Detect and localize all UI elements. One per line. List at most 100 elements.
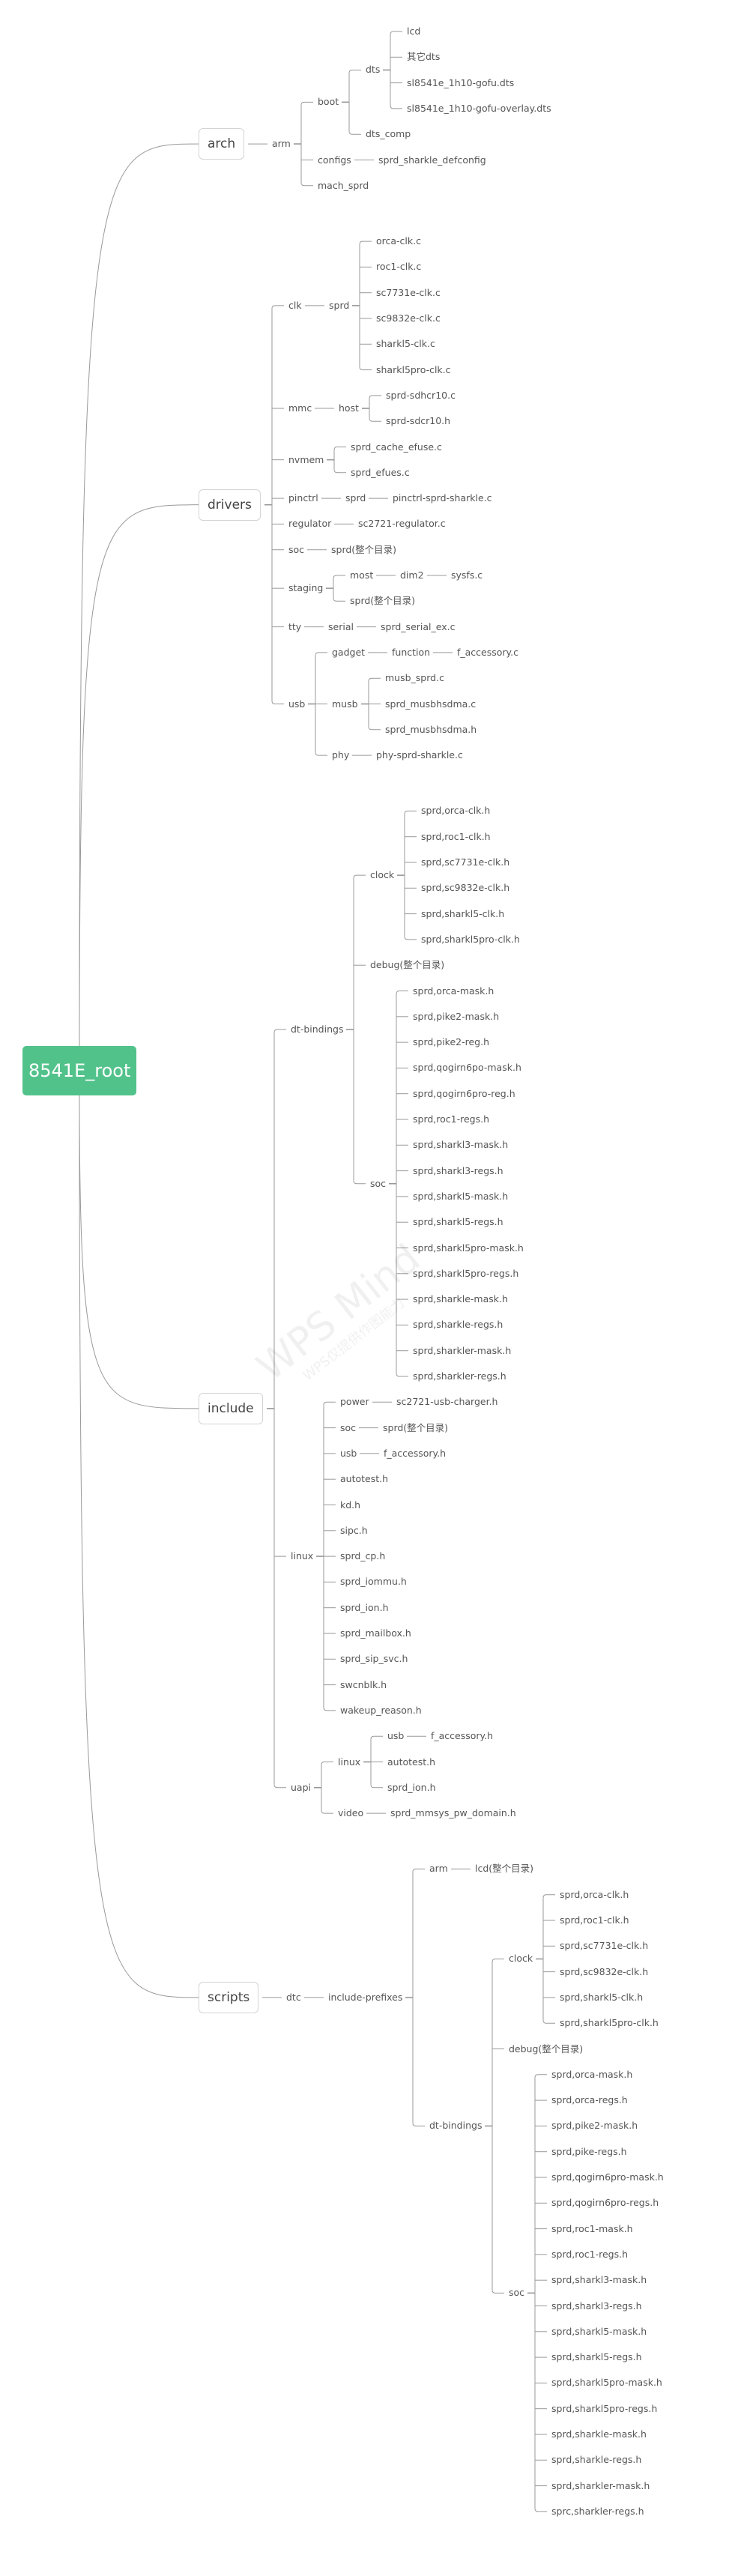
subtopic-sprd-cp-h[interactable]: sprd_cp.h [340,1550,385,1562]
subtopic-sprd-sharkl5-clk-h[interactable]: sprd,sharkl5-clk.h [421,908,504,920]
subtopic-sprd-qogirn6po-mask-h[interactable]: sprd,qogirn6po-mask.h [413,1062,521,1074]
subtopic-sprd-pike2-mask-h[interactable]: sprd,pike2-mask.h [413,1011,499,1023]
subtopic-arm[interactable]: arm [429,1863,448,1875]
subtopic-sharkl5pro-clk-c[interactable]: sharkl5pro-clk.c [376,364,451,376]
subtopic-dts[interactable]: 其它dts [407,51,440,63]
subtopic-sprd-orca-mask-h[interactable]: sprd,orca-mask.h [551,2069,632,2081]
subtopic-mach-sprd[interactable]: mach_sprd [318,180,369,192]
subtopic-sprd-musbhsdma-h[interactable]: sprd_musbhsdma.h [385,724,477,736]
subtopic-f-accessory-c[interactable]: f_accessory.c [457,647,518,659]
subtopic-sc2721-usb-charger-h[interactable]: sc2721-usb-charger.h [396,1396,497,1408]
subtopic-sprd-mailbox-h[interactable]: sprd_mailbox.h [340,1627,411,1639]
subtopic-sprd-sdcr10-h[interactable]: sprd-sdcr10.h [386,415,450,427]
subtopic-sprd-orca-clk-h[interactable]: sprd,orca-clk.h [421,805,490,817]
subtopic-soc[interactable]: soc [288,544,304,556]
subtopic-host[interactable]: host [339,402,359,414]
subtopic-sprc-sharkler-regs-h[interactable]: sprc,sharkler-regs.h [551,2506,644,2518]
subtopic-sprd-sharkl3-regs-h[interactable]: sprd,sharkl3-regs.h [413,1165,503,1177]
subtopic-arm[interactable]: arm [272,138,291,150]
subtopic-sprd-sharkle-mask-h[interactable]: sprd,sharkle-mask.h [551,2428,647,2440]
subtopic-sprd-sharkl5-mask-h[interactable]: sprd,sharkl5-mask.h [413,1191,508,1203]
subtopic-pinctrl-sprd-sharkle-c[interactable]: pinctrl-sprd-sharkle.c [393,492,492,504]
subtopic-configs[interactable]: configs [318,154,351,166]
subtopic-swcnblk-h[interactable]: swcnblk.h [340,1679,387,1691]
subtopic-sprd-ion-h[interactable]: sprd_ion.h [340,1602,389,1614]
subtopic-sprd-sharkl5-mask-h[interactable]: sprd,sharkl5-mask.h [551,2326,647,2338]
subtopic-staging[interactable]: staging [288,582,323,594]
subtopic-uapi[interactable]: uapi [291,1782,311,1794]
subtopic-sprd-sharkler-mask-h[interactable]: sprd,sharkler-mask.h [413,1345,511,1357]
subtopic-tty[interactable]: tty [288,621,301,633]
subtopic-phy[interactable]: phy [332,749,349,761]
subtopic-lcd[interactable]: lcd(整个目录) [475,1863,533,1875]
subtopic-autotest-h[interactable]: autotest.h [340,1473,388,1485]
subtopic-sprd[interactable]: sprd(整个目录) [383,1422,448,1434]
root-topic[interactable]: 8541E_root [22,1045,137,1095]
subtopic-sc9832e-clk-c[interactable]: sc9832e-clk.c [376,312,441,324]
subtopic-linux[interactable]: linux [338,1756,360,1768]
subtopic-debug[interactable]: debug(整个目录) [370,959,444,971]
subtopic-sprd-sharkl5pro-regs-h[interactable]: sprd,sharkl5pro-regs.h [551,2403,657,2415]
subtopic-orca-clk-c[interactable]: orca-clk.c [376,235,421,247]
subtopic-sc2721-regulator-c[interactable]: sc2721-regulator.c [358,518,446,530]
subtopic-lcd[interactable]: lcd [407,25,420,37]
subtopic-sprd-sc7731e-clk-h[interactable]: sprd,sc7731e-clk.h [421,856,509,868]
subtopic-sprd-sc9832e-clk-h[interactable]: sprd,sc9832e-clk.h [560,1966,648,1978]
subtopic-function[interactable]: function [392,647,430,659]
topic-include[interactable]: include [199,1392,263,1424]
subtopic-sprd-orca-mask-h[interactable]: sprd,orca-mask.h [413,985,494,997]
subtopic-sprd-roc1-clk-h[interactable]: sprd,roc1-clk.h [560,1914,629,1926]
subtopic-sprd-ion-h[interactable]: sprd_ion.h [387,1782,436,1794]
subtopic-sprd-qogirn6pro-regs-h[interactable]: sprd,qogirn6pro-regs.h [551,2197,659,2209]
subtopic-pinctrl[interactable]: pinctrl [288,492,318,504]
subtopic-power[interactable]: power [340,1396,369,1408]
subtopic-usb[interactable]: usb [387,1730,404,1742]
subtopic-sprd-sharkl5-clk-h[interactable]: sprd,sharkl5-clk.h [560,1992,643,2004]
subtopic-sprd[interactable]: sprd [345,492,366,504]
subtopic-sprd-sharkle-regs-h[interactable]: sprd,sharkle-regs.h [413,1319,503,1331]
subtopic-sprd-sip-svc-h[interactable]: sprd_sip_svc.h [340,1653,408,1665]
subtopic-sl8541e-1h10-gofu-dts[interactable]: sl8541e_1h10-gofu.dts [407,77,514,89]
subtopic-sprd-qogirn6pro-reg-h[interactable]: sprd,qogirn6pro-reg.h [413,1088,515,1100]
subtopic-sprd-qogirn6pro-mask-h[interactable]: sprd,qogirn6pro-mask.h [551,2171,664,2183]
subtopic-sprd-sharkl5pro-regs-h[interactable]: sprd,sharkl5pro-regs.h [413,1268,518,1280]
subtopic-sprd-sharkle-regs-h[interactable]: sprd,sharkle-regs.h [551,2454,641,2466]
subtopic-sprd-serial-ex-c[interactable]: sprd_serial_ex.c [381,621,455,633]
subtopic-sprd-roc1-clk-h[interactable]: sprd,roc1-clk.h [421,831,491,843]
subtopic-f-accessory-h[interactable]: f_accessory.h [384,1448,446,1460]
subtopic-roc1-clk-c[interactable]: roc1-clk.c [376,261,421,273]
subtopic-f-accessory-h[interactable]: f_accessory.h [431,1730,493,1742]
subtopic-soc[interactable]: soc [509,2287,524,2299]
subtopic-mmc[interactable]: mmc [288,402,312,414]
subtopic-sprd-pike-regs-h[interactable]: sprd,pike-regs.h [551,2146,627,2158]
subtopic-sprd-sharkl3-mask-h[interactable]: sprd,sharkl3-mask.h [413,1139,508,1151]
subtopic-sprd-sharkler-mask-h[interactable]: sprd,sharkler-mask.h [551,2480,650,2492]
subtopic-dim2[interactable]: dim2 [400,569,424,581]
subtopic-sprd-roc1-regs-h[interactable]: sprd,roc1-regs.h [551,2249,628,2261]
subtopic-wakeup-reason-h[interactable]: wakeup_reason.h [340,1705,422,1717]
subtopic-sprd-sharkl3-mask-h[interactable]: sprd,sharkl3-mask.h [551,2274,647,2286]
subtopic-sprd-sharkle-defconfig[interactable]: sprd_sharkle_defconfig [378,154,486,166]
topic-drivers[interactable]: drivers [199,489,261,521]
subtopic-debug[interactable]: debug(整个目录) [509,2043,583,2055]
subtopic-sprd-orca-clk-h[interactable]: sprd,orca-clk.h [560,1889,629,1901]
subtopic-boot[interactable]: boot [318,96,339,108]
subtopic-clock[interactable]: clock [509,1953,533,1965]
subtopic-sprd[interactable]: sprd [329,300,349,312]
subtopic-dt-bindings[interactable]: dt-bindings [429,2120,482,2132]
subtopic-sprd-efues-c[interactable]: sprd_efues.c [351,467,410,479]
subtopic-gadget[interactable]: gadget [332,647,365,659]
subtopic-sc7731e-clk-c[interactable]: sc7731e-clk.c [376,287,441,299]
subtopic-soc[interactable]: soc [340,1422,356,1434]
subtopic-sprd-sharkl5-regs-h[interactable]: sprd,sharkl5-regs.h [413,1216,503,1228]
subtopic-dts[interactable]: dts [366,64,380,76]
subtopic-video[interactable]: video [338,1807,363,1819]
subtopic-sprd-sharkler-regs-h[interactable]: sprd,sharkler-regs.h [413,1370,506,1382]
subtopic-sprd-sharkl5pro-mask-h[interactable]: sprd,sharkl5pro-mask.h [551,2377,662,2389]
subtopic-sprd-iommu-h[interactable]: sprd_iommu.h [340,1576,407,1588]
subtopic-dts-comp[interactable]: dts_comp [366,128,411,140]
subtopic-usb[interactable]: usb [288,698,305,710]
subtopic-sprd-sharkle-mask-h[interactable]: sprd,sharkle-mask.h [413,1293,508,1305]
subtopic-kd-h[interactable]: kd.h [340,1499,360,1511]
subtopic-sprd-mmsys-pw-domain-h[interactable]: sprd_mmsys_pw_domain.h [390,1807,516,1819]
